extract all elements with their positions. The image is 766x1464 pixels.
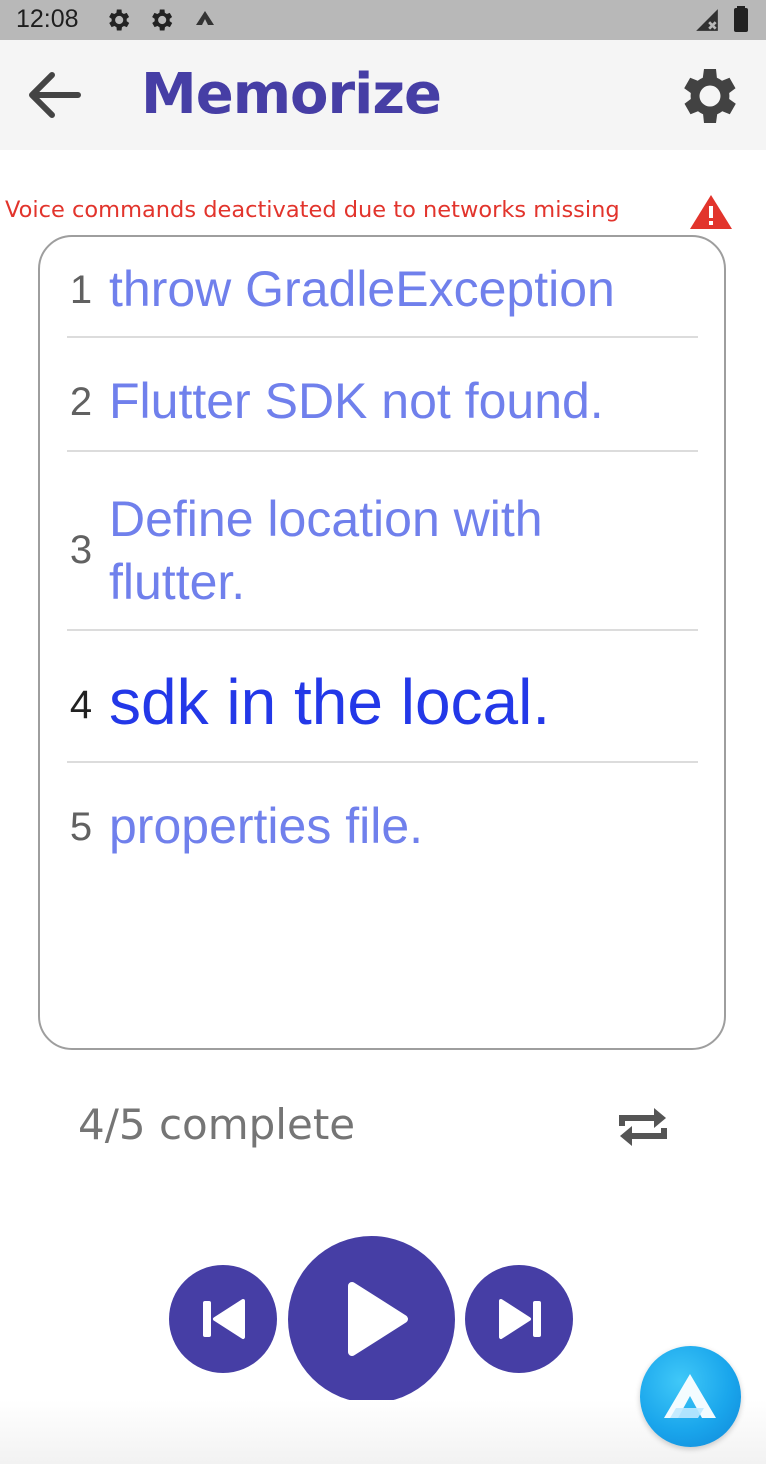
line-number: 2 <box>69 380 93 424</box>
line-text: Flutter SDK not found. <box>109 373 604 429</box>
line-text: properties file. <box>109 798 424 854</box>
progress-status: 4/5 complete <box>78 1100 356 1149</box>
battery-icon <box>734 6 748 32</box>
assistant-logo-icon <box>664 1374 716 1418</box>
line-text: sdk in the local. <box>109 666 551 738</box>
gear-icon <box>109 9 130 31</box>
line-text: Define location with flutter. <box>109 491 543 610</box>
app-bar: Memorize <box>0 40 766 150</box>
app-notification-icon <box>196 11 214 25</box>
line-number: 5 <box>69 805 93 849</box>
warning-triangle-icon <box>690 195 732 229</box>
assistant-button[interactable] <box>640 1346 741 1447</box>
skip-next-icon <box>499 1299 541 1339</box>
line-item[interactable]: 1 throw GradleException <box>67 257 698 338</box>
status-bar: 12:08 <box>0 0 766 40</box>
warning-text: Voice commands deactivated due to networ… <box>5 197 620 223</box>
lines-card: 1 throw GradleException 2 Flutter SDK no… <box>38 235 726 1050</box>
line-number: 4 <box>69 683 93 727</box>
gear-icon <box>152 9 173 31</box>
repeat-button[interactable] <box>614 1098 672 1156</box>
line-item[interactable]: 3 Define location with flutter. <box>67 452 698 631</box>
gear-icon <box>684 69 736 123</box>
skip-previous-icon <box>203 1299 245 1339</box>
page-title: Memorize <box>141 62 442 127</box>
settings-button[interactable] <box>674 60 746 132</box>
play-button[interactable] <box>288 1236 455 1403</box>
voice-warning: Voice commands deactivated due to networ… <box>5 193 745 233</box>
status-time: 12:08 <box>16 5 79 33</box>
skip-next-button[interactable] <box>465 1265 573 1373</box>
line-number: 1 <box>69 268 93 312</box>
line-item-active[interactable]: 4 sdk in the local. <box>67 631 698 763</box>
arrow-left-icon <box>29 72 81 118</box>
signal-icon <box>696 9 718 31</box>
line-text: throw GradleException <box>109 261 615 317</box>
line-item[interactable]: 2 Flutter SDK not found. <box>67 338 698 452</box>
line-item[interactable]: 5 properties file. <box>67 763 698 883</box>
line-number: 3 <box>69 528 93 572</box>
back-button[interactable] <box>22 67 86 123</box>
play-icon <box>348 1282 408 1356</box>
skip-previous-button[interactable] <box>169 1265 277 1373</box>
repeat-icon <box>619 1108 667 1146</box>
